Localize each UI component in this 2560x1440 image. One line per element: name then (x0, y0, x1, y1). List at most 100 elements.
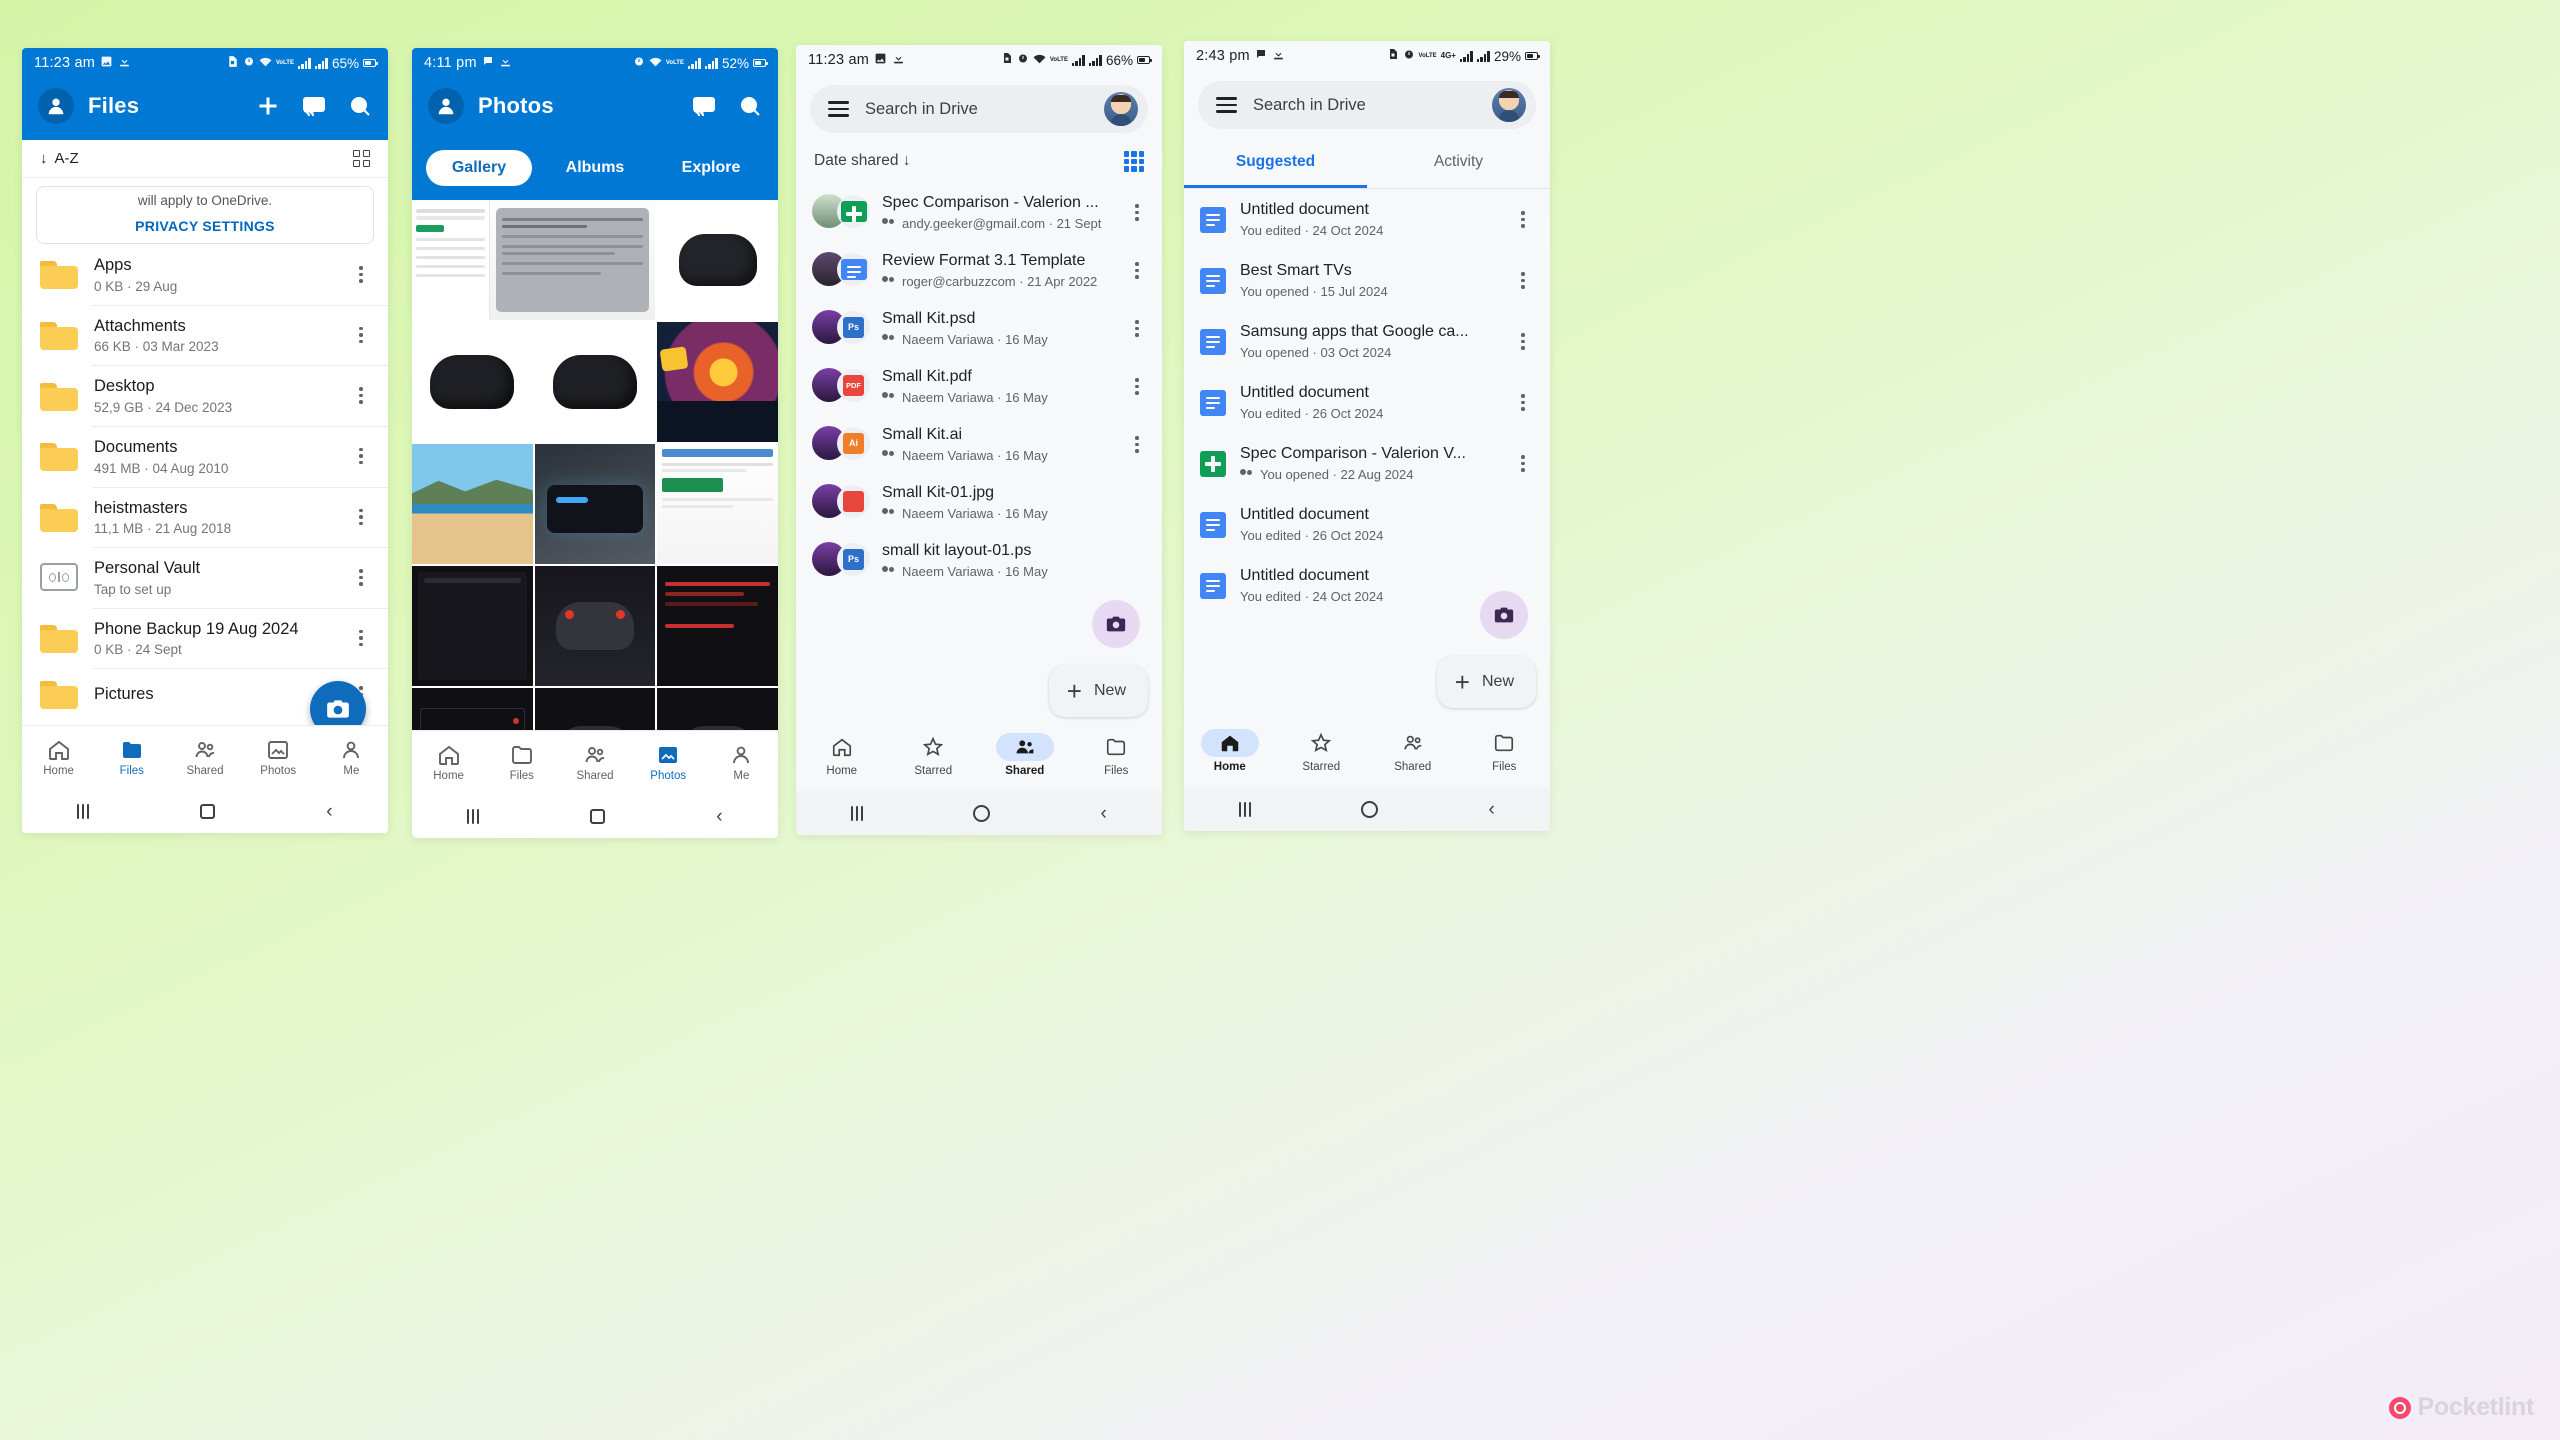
hamburger-icon[interactable] (1216, 97, 1237, 113)
list-item[interactable]: Untitled document You edited · 26 Oct 20… (1184, 494, 1550, 555)
nav-item-me[interactable]: Me (315, 738, 388, 777)
photo-thumbnail[interactable] (534, 566, 656, 686)
overflow-menu-icon[interactable] (1512, 455, 1534, 472)
photo-thumbnail[interactable] (657, 322, 778, 442)
search-input[interactable]: Search in Drive (865, 100, 1088, 119)
home-system-icon[interactable] (973, 804, 991, 822)
nav-item-shared[interactable]: Shared (558, 743, 631, 782)
account-avatar[interactable] (428, 88, 464, 124)
account-avatar[interactable] (1104, 92, 1138, 126)
list-item[interactable]: PDF Small Kit.pdf Naeem Variawa · 16 May (796, 358, 1162, 416)
list-item[interactable]: Attachments 66 KB · 03 Mar 2023 (22, 304, 388, 366)
overflow-menu-icon[interactable] (350, 447, 372, 465)
back-icon[interactable]: ‹ (1101, 804, 1107, 823)
hamburger-icon[interactable] (828, 101, 849, 117)
overflow-menu-icon[interactable] (350, 569, 372, 586)
list-item[interactable]: Ai Small Kit.ai Naeem Variawa · 16 May (796, 416, 1162, 474)
overflow-menu-icon[interactable] (1512, 333, 1534, 350)
nav-item-home[interactable]: Home (412, 743, 485, 782)
home-system-icon[interactable] (590, 808, 606, 824)
tab-explore[interactable]: Explore (658, 150, 764, 186)
overflow-menu-icon[interactable] (1126, 320, 1148, 337)
overflow-menu-icon[interactable] (1126, 378, 1148, 395)
list-item[interactable]: Personal Vault Tap to set up (22, 547, 388, 608)
overflow-menu-icon[interactable] (1512, 211, 1534, 228)
tab-gallery[interactable]: Gallery (426, 150, 532, 186)
overflow-menu-icon[interactable] (350, 326, 372, 344)
nav-item-files[interactable]: Files (485, 743, 558, 782)
back-icon[interactable]: ‹ (326, 802, 332, 821)
overflow-menu-icon[interactable] (1512, 272, 1534, 289)
list-item[interactable]: Small Kit-01.jpg Naeem Variawa · 16 May (796, 474, 1162, 532)
account-avatar[interactable] (38, 88, 74, 124)
sort-button[interactable]: ↓ A-Z (40, 150, 79, 167)
list-item[interactable]: Phone Backup 19 Aug 2024 0 KB · 24 Sept (22, 607, 388, 669)
nav-item-photos[interactable]: Photos (632, 743, 705, 782)
search-bar[interactable]: Search in Drive (1198, 81, 1536, 129)
photo-thumbnail[interactable] (657, 566, 778, 686)
list-item[interactable]: Spec Comparison - Valerion V... You open… (1184, 433, 1550, 494)
photo-thumbnail[interactable] (657, 444, 778, 564)
recents-icon[interactable] (467, 808, 480, 824)
nav-item-files[interactable]: Files (1071, 733, 1163, 777)
search-icon[interactable] (738, 94, 762, 118)
list-item[interactable]: Documents 491 MB · 04 Aug 2010 (22, 425, 388, 487)
nav-item-home[interactable]: Home (22, 738, 95, 777)
list-item[interactable]: Ps Small Kit.psd Naeem Variawa · 16 May (796, 300, 1162, 358)
list-item[interactable]: Samsung apps that Google ca... You opene… (1184, 311, 1550, 372)
overflow-menu-icon[interactable] (1126, 262, 1148, 279)
photo-thumbnail[interactable] (412, 444, 533, 564)
list-item[interactable]: Untitled document You edited · 26 Oct 20… (1184, 372, 1550, 433)
home-system-icon[interactable] (1361, 800, 1379, 818)
list-item[interactable]: Best Smart TVs You opened · 15 Jul 2024 (1184, 250, 1550, 311)
tab-albums[interactable]: Albums (542, 150, 648, 186)
overflow-menu-icon[interactable] (350, 508, 372, 526)
nav-item-shared[interactable]: Shared (168, 738, 241, 777)
list-item[interactable]: Ps small kit layout-01.ps Naeem Variawa … (796, 532, 1162, 590)
list-item[interactable]: Apps 0 KB · 29 Aug (22, 244, 388, 305)
overflow-menu-icon[interactable] (1126, 436, 1148, 453)
photo-thumbnail[interactable] (412, 566, 533, 686)
grid-view-icon[interactable] (353, 150, 370, 167)
camera-fab[interactable] (1092, 600, 1140, 648)
nav-item-me[interactable]: Me (705, 743, 778, 782)
list-item[interactable]: heistmasters 11,1 MB · 21 Aug 2018 (22, 486, 388, 548)
list-item[interactable]: Untitled document You edited · 24 Oct 20… (1184, 189, 1550, 250)
nav-item-shared[interactable]: Shared (979, 733, 1071, 777)
nav-item-starred[interactable]: Starred (888, 733, 980, 777)
search-input[interactable]: Search in Drive (1253, 96, 1476, 115)
list-item[interactable]: Desktop 52,9 GB · 24 Dec 2023 (22, 365, 388, 426)
recents-icon[interactable] (1239, 801, 1252, 817)
overflow-menu-icon[interactable] (1126, 204, 1148, 221)
nav-item-photos[interactable]: Photos (242, 738, 315, 777)
overflow-menu-icon[interactable] (350, 629, 372, 647)
add-icon[interactable] (256, 94, 280, 118)
camera-fab[interactable] (1480, 591, 1528, 639)
nav-item-shared[interactable]: Shared (1367, 729, 1459, 773)
list-item[interactable]: Review Format 3.1 Template roger@carbuzz… (796, 242, 1162, 300)
overflow-menu-icon[interactable] (350, 266, 372, 283)
overflow-menu-icon[interactable] (350, 387, 372, 404)
grid-view-icon[interactable] (1123, 151, 1144, 172)
photo-thumbnail[interactable] (534, 322, 656, 442)
tab-activity[interactable]: Activity (1367, 141, 1550, 188)
list-item[interactable]: Spec Comparison - Valerion ... andy.geek… (796, 184, 1162, 242)
photo-thumbnail[interactable] (534, 444, 656, 564)
overflow-menu-icon[interactable] (1512, 394, 1534, 411)
photo-thumbnail[interactable] (412, 200, 656, 320)
photo-thumbnail[interactable] (412, 322, 533, 442)
cast-icon[interactable] (692, 94, 716, 118)
recents-icon[interactable] (77, 803, 90, 819)
back-icon[interactable]: ‹ (716, 807, 722, 826)
account-avatar[interactable] (1492, 88, 1526, 122)
nav-item-starred[interactable]: Starred (1276, 729, 1368, 773)
new-button[interactable]: + New (1436, 656, 1536, 708)
nav-item-files[interactable]: Files (95, 738, 168, 777)
nav-item-home[interactable]: Home (796, 733, 888, 777)
search-bar[interactable]: Search in Drive (810, 85, 1148, 133)
back-icon[interactable]: ‹ (1489, 800, 1495, 819)
home-system-icon[interactable] (200, 803, 216, 819)
nav-item-files[interactable]: Files (1459, 729, 1551, 773)
tab-suggested[interactable]: Suggested (1184, 141, 1367, 188)
search-icon[interactable] (348, 94, 372, 118)
